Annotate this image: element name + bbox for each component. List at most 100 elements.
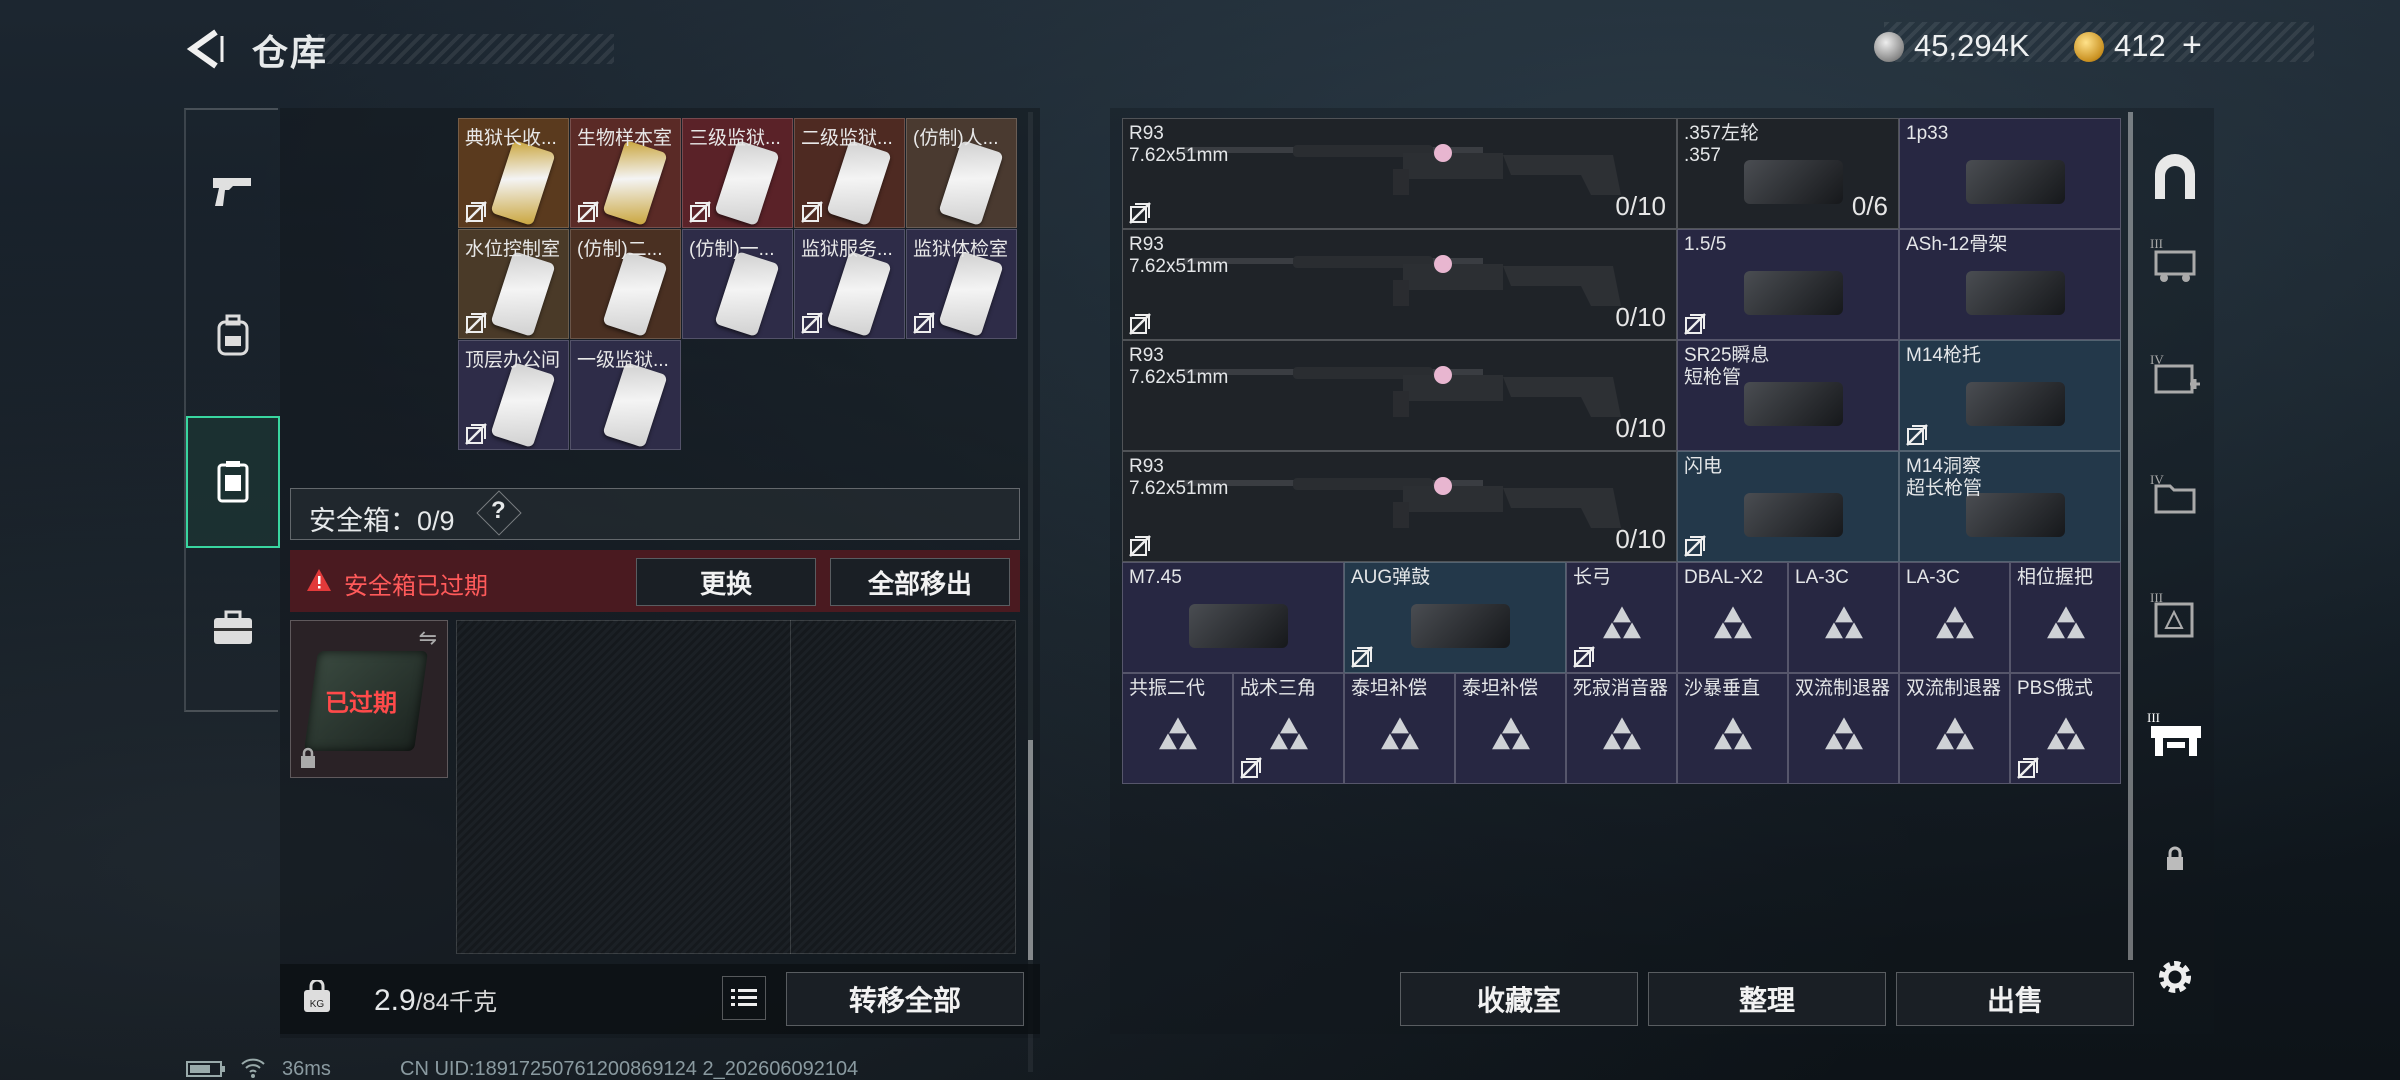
locked-placeholder-icon [2046, 716, 2085, 749]
item-slot[interactable]: M7.45 [1122, 562, 1344, 673]
locked-placeholder-icon [1269, 716, 1308, 749]
keycard-slot[interactable]: (仿制)一... [682, 229, 793, 339]
item-slot[interactable]: M14洞察 超长枪管 [1899, 451, 2121, 562]
item-slot[interactable]: 1p33 [1899, 118, 2121, 229]
safe-box-slot[interactable]: ⇋ 已过期 [290, 620, 448, 778]
item-name: 双流制退器 [1795, 678, 1891, 699]
rifle-image [1183, 366, 1621, 417]
item-slot[interactable]: PBS俄式 [2010, 673, 2121, 784]
keycard-slot[interactable]: (仿制)人... [906, 118, 1017, 228]
tier3-workbench-icon: III [2147, 710, 2201, 756]
attachment-image [1744, 271, 1843, 315]
item-slot[interactable]: AUG弹鼓 [1344, 562, 1566, 673]
collection-room-button[interactable]: 收藏室 [1400, 972, 1638, 1026]
keycard-image [826, 251, 892, 337]
item-slot[interactable]: 双流制退器 [1788, 673, 1899, 784]
keycard-slot[interactable]: 顶层办公间 [458, 340, 569, 450]
left-scrollbar[interactable] [1028, 740, 1033, 960]
right-scrollbar[interactable] [2128, 112, 2133, 960]
ammo-count: 0/10 [1615, 302, 1666, 332]
nav-tier3-workbench[interactable]: III [2140, 700, 2210, 770]
item-slot[interactable]: DBAL-X2 [1677, 562, 1788, 673]
keycard-label: 监狱服务... [801, 239, 893, 260]
nav-container[interactable] [186, 416, 280, 548]
wifi-icon [241, 1058, 265, 1078]
item-slot[interactable]: .357左轮 .357 0/6 [1677, 118, 1899, 229]
locked-placeholder-icon [2046, 605, 2085, 638]
item-slot[interactable]: 共振二代 [1122, 673, 1233, 784]
keycard-slot[interactable]: 水位控制室 [458, 229, 569, 339]
nav-briefcase[interactable] [186, 562, 280, 694]
item-slot[interactable]: R93 7.62x51mm 0/10 [1122, 340, 1677, 451]
nav-tier3-safe[interactable]: III [2140, 580, 2210, 650]
item-slot[interactable]: 泰坦补偿 [1455, 673, 1566, 784]
nav-weapons[interactable] [186, 124, 280, 256]
nav-locked[interactable] [2140, 824, 2210, 894]
item-slot[interactable]: 1.5/5 [1677, 229, 1899, 340]
item-slot[interactable]: 双流制退器 [1899, 673, 2010, 784]
item-slot[interactable]: 死寂消音器 [1566, 673, 1677, 784]
item-slot[interactable]: SR25瞬息 短枪管 [1677, 340, 1899, 451]
expired-tag: 已过期 [325, 690, 397, 717]
tier3-cart-icon: III [2150, 236, 2196, 282]
page-title: 仓库 [252, 32, 329, 73]
item-slot[interactable]: 相位握把 [2010, 562, 2121, 673]
svg-text:KG: KG [310, 999, 325, 1010]
nav-tier4-folder[interactable]: IV [2140, 460, 2210, 530]
keycard-slot[interactable]: 监狱服务... [794, 229, 905, 339]
keycard-image [490, 251, 556, 337]
item-slot[interactable]: LA-3C [1899, 562, 2010, 673]
keycard-slot[interactable]: 监狱体检室 [906, 229, 1017, 339]
move-all-out-button[interactable]: 全部移出 [830, 558, 1010, 606]
transfer-all-button[interactable]: 转移全部 [786, 972, 1024, 1026]
weight-value: 2.9/84千克 [374, 982, 497, 1018]
list-view-button[interactable] [722, 976, 766, 1020]
item-slot[interactable]: M14枪托 [1899, 340, 2121, 451]
no-transfer-icon [465, 201, 487, 223]
item-slot[interactable]: R93 7.62x51mm 0/10 [1122, 451, 1677, 562]
no-transfer-icon [1129, 535, 1151, 557]
no-transfer-icon [577, 201, 599, 223]
no-transfer-icon [1684, 535, 1706, 557]
item-slot[interactable]: LA-3C [1788, 562, 1899, 673]
item-name: R93 7.62x51mm [1129, 456, 1229, 499]
item-name: 沙暴垂直 [1684, 678, 1761, 699]
nav-backpack[interactable] [186, 270, 280, 402]
item-slot[interactable]: 泰坦补偿 [1344, 673, 1455, 784]
attachment-image [1966, 160, 2065, 204]
nav-tier3-cart[interactable]: III [2140, 224, 2210, 294]
item-slot[interactable]: 战术三角 [1233, 673, 1344, 784]
keycard-image [602, 362, 668, 448]
item-slot[interactable]: 沙暴垂直 [1677, 673, 1788, 784]
replace-button[interactable]: 更换 [636, 558, 816, 606]
weight-max: /84千克 [415, 989, 498, 1016]
sell-button[interactable]: 出售 [1896, 972, 2134, 1026]
item-slot[interactable]: R93 7.62x51mm 0/10 [1122, 118, 1677, 229]
keycard-slot[interactable]: (仿制)二... [570, 229, 681, 339]
keycard-slot[interactable]: 三级监狱... [682, 118, 793, 228]
keycard-slot[interactable]: 典狱长收... [458, 118, 569, 228]
item-slot[interactable]: 长弓 [1566, 562, 1677, 673]
item-name: SR25瞬息 短枪管 [1684, 345, 1770, 388]
back-arrow-icon[interactable] [182, 26, 228, 72]
keycard-slot[interactable]: 一级监狱... [570, 340, 681, 450]
settings-icon [2159, 961, 2191, 993]
settings-button[interactable] [2140, 942, 2210, 1012]
organize-button[interactable]: 整理 [1648, 972, 1886, 1026]
item-slot[interactable]: ASh-12骨架 [1899, 229, 2121, 340]
nav-vault[interactable] [2140, 144, 2210, 214]
item-name: 死寂消音器 [1573, 678, 1669, 699]
item-name: 闪电 [1684, 456, 1723, 477]
keycard-slot[interactable]: 生物样本室 [570, 118, 681, 228]
keycard-label: 顶层办公间 [465, 350, 561, 371]
nav-tier4-medkit[interactable]: IV [2140, 340, 2210, 410]
add-gold-button[interactable]: + [2182, 26, 2202, 65]
gold-coin-icon [2074, 32, 2104, 62]
keycard-slot[interactable]: 二级监狱... [794, 118, 905, 228]
item-slot[interactable]: R93 7.62x51mm 0/10 [1122, 229, 1677, 340]
container-icon [217, 461, 249, 503]
item-slot[interactable]: 闪电 [1677, 451, 1899, 562]
item-name: R93 7.62x51mm [1129, 234, 1229, 277]
keycard-image [826, 140, 892, 226]
keycard-label: 生物样本室 [577, 128, 673, 149]
